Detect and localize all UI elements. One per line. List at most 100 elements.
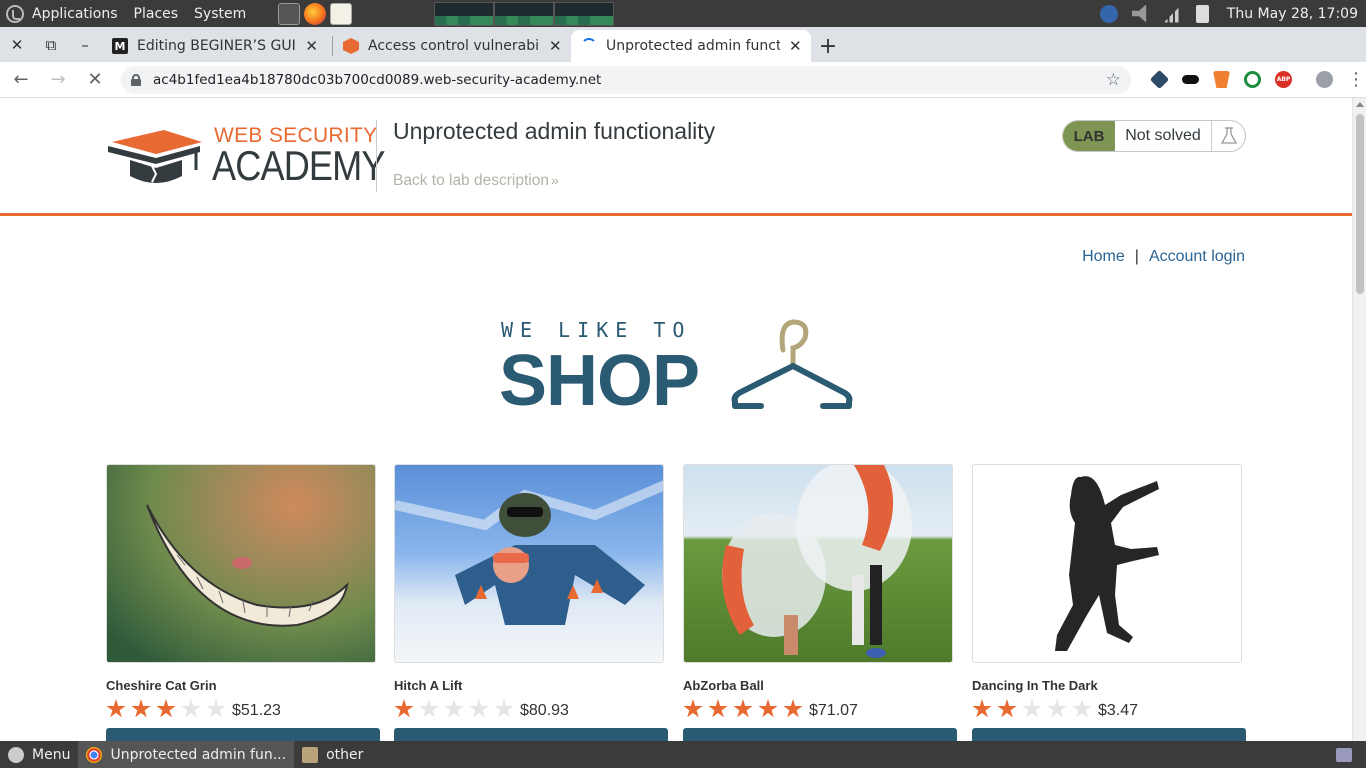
system-top-panel: Applications Places System Thu May 28, 1…	[0, 0, 1366, 27]
tab-close-icon[interactable]: ✕	[304, 37, 320, 55]
nav-separator: |	[1134, 248, 1139, 265]
product-name: AbZorba Ball	[683, 678, 764, 693]
star-empty-icon	[444, 699, 464, 718]
new-tab-button[interactable]: +	[811, 30, 845, 62]
lock-icon[interactable]	[131, 73, 141, 86]
applications-menu[interactable]: Applications	[0, 0, 126, 27]
firefox-launcher-icon[interactable]	[304, 2, 327, 25]
lab-badge: LAB	[1063, 121, 1115, 151]
logo-text-academy: ACADEMY	[212, 142, 385, 189]
home-link[interactable]: Home	[1082, 248, 1125, 265]
portswigger-icon	[343, 38, 359, 54]
extension-mask-icon[interactable]	[1182, 75, 1199, 84]
text-editor-launcher-icon[interactable]	[330, 2, 353, 25]
star-filled-icon	[997, 699, 1017, 718]
page-scrollbar[interactable]	[1352, 98, 1366, 741]
view-details-button[interactable]	[394, 728, 668, 741]
account-login-link[interactable]: Account login	[1149, 248, 1245, 265]
tab-access-control[interactable]: Access control vulnerabili ✕	[333, 30, 571, 62]
network-signal-icon[interactable]	[1163, 4, 1182, 23]
adblock-plus-icon[interactable]: ABP	[1275, 71, 1292, 88]
scrollbar-thumb[interactable]	[1356, 114, 1364, 294]
volume-icon[interactable]	[1131, 4, 1147, 23]
star-filled-icon	[972, 699, 992, 718]
bookmark-star-icon[interactable]: ☆	[1106, 70, 1121, 90]
extension-fox-icon[interactable]	[1213, 71, 1230, 88]
extension-green-icon[interactable]	[1244, 71, 1261, 88]
loading-spinner-icon	[581, 38, 597, 54]
clothes-hanger-icon	[731, 319, 853, 409]
header-divider	[376, 120, 377, 192]
extension-wappalyzer-icon[interactable]	[1149, 69, 1170, 90]
star-empty-icon	[494, 699, 514, 718]
tab-unprotected-admin[interactable]: Unprotected admin functi ✕	[571, 30, 811, 62]
star-empty-icon	[206, 699, 226, 718]
menu-icon	[8, 746, 24, 763]
address-bar[interactable]: ac4b1fed1ea4b18780dc03b700cd0089.web-sec…	[121, 65, 1131, 94]
view-details-button[interactable]	[106, 728, 380, 741]
double-chevron-right-icon: »	[550, 172, 559, 188]
terminal-launcher-icon[interactable]	[278, 2, 301, 25]
taskbar-window-folder[interactable]: other	[294, 741, 371, 768]
memory-graph	[494, 1, 555, 26]
scroll-up-arrow-icon[interactable]	[1356, 102, 1364, 107]
show-desktop-icon	[1336, 747, 1352, 762]
product-image-hitch-a-lift[interactable]	[394, 464, 664, 663]
distro-logo-icon	[6, 4, 24, 23]
view-details-button[interactable]	[972, 728, 1246, 741]
show-desktop-button[interactable]	[1328, 741, 1366, 768]
clipboard-icon[interactable]	[1195, 4, 1209, 23]
product-card: Hitch A Lift $80.93	[394, 464, 668, 741]
applications-menu-label: Applications	[32, 5, 118, 22]
star-empty-icon	[1072, 699, 1092, 718]
url-text[interactable]: ac4b1fed1ea4b18780dc03b700cd0089.web-sec…	[153, 72, 1106, 88]
star-filled-icon	[783, 699, 803, 718]
forward-button[interactable]: →	[42, 64, 74, 96]
academy-header: WEB SECURITY ACADEMY Unprotected admin f…	[0, 98, 1352, 216]
star-filled-icon	[131, 699, 151, 718]
tab-close-icon[interactable]: ✕	[548, 37, 563, 55]
window-close-button[interactable]: ✕	[0, 27, 34, 62]
tab-close-icon[interactable]: ✕	[788, 37, 803, 55]
window-minimize-button[interactable]: –	[68, 27, 102, 62]
system-menu[interactable]: System	[186, 0, 254, 27]
back-to-lab-link[interactable]: Back to lab description»	[393, 172, 559, 190]
product-price: $51.23	[232, 702, 281, 719]
product-image-abzorba-ball[interactable]	[683, 464, 953, 663]
taskbar-folder-label: other	[326, 746, 364, 763]
star-filled-icon	[156, 699, 176, 718]
star-empty-icon	[181, 699, 201, 718]
browser-toolbar: ← → ✕ ac4b1fed1ea4b18780dc03b700cd0089.w…	[0, 62, 1366, 98]
bluetooth-icon[interactable]	[1099, 4, 1118, 23]
stop-loading-button[interactable]: ✕	[79, 64, 111, 96]
system-menu-label: System	[194, 5, 247, 22]
profile-avatar-icon[interactable]	[1316, 71, 1333, 88]
tab-editing-guide[interactable]: M Editing BEGINER’S GUI ✕	[102, 30, 332, 62]
cpu-graph	[434, 1, 495, 26]
clock[interactable]: Thu May 28, 17:09	[1227, 6, 1358, 22]
product-name: Hitch A Lift	[394, 678, 463, 693]
taskbar-window-chrome[interactable]: Unprotected admin fun...	[78, 741, 295, 768]
product-card: AbZorba Ball $71.07	[683, 464, 957, 741]
star-empty-icon	[419, 699, 439, 718]
product-rating	[683, 699, 803, 719]
web-security-academy-logo[interactable]: WEB SECURITY ACADEMY	[108, 122, 385, 189]
product-image-cheshire-cat-grin[interactable]	[106, 464, 376, 663]
browser-menu-icon[interactable]: ⋮	[1347, 69, 1365, 90]
product-card: Cheshire Cat Grin $51.23	[106, 464, 380, 741]
product-name: Dancing In The Dark	[972, 678, 1098, 693]
chrome-icon	[86, 746, 103, 763]
view-details-button[interactable]	[683, 728, 957, 741]
taskbar: Menu Unprotected admin fun... other	[0, 741, 1366, 768]
taskbar-menu-button[interactable]: Menu	[0, 741, 78, 768]
window-restore-button[interactable]: ⧉	[34, 27, 68, 62]
product-price: $3.47	[1098, 702, 1139, 719]
back-button[interactable]: ←	[5, 64, 37, 96]
product-image-dancing-in-the-dark[interactable]	[972, 464, 1242, 663]
shop-nav: Home | Account login	[1082, 248, 1245, 266]
page-viewport: WEB SECURITY ACADEMY Unprotected admin f…	[0, 98, 1352, 741]
banner-tagline: WE LIKE TO	[501, 318, 692, 342]
places-menu[interactable]: Places	[126, 0, 187, 27]
star-empty-icon	[1047, 699, 1067, 718]
network-graph	[554, 1, 615, 26]
